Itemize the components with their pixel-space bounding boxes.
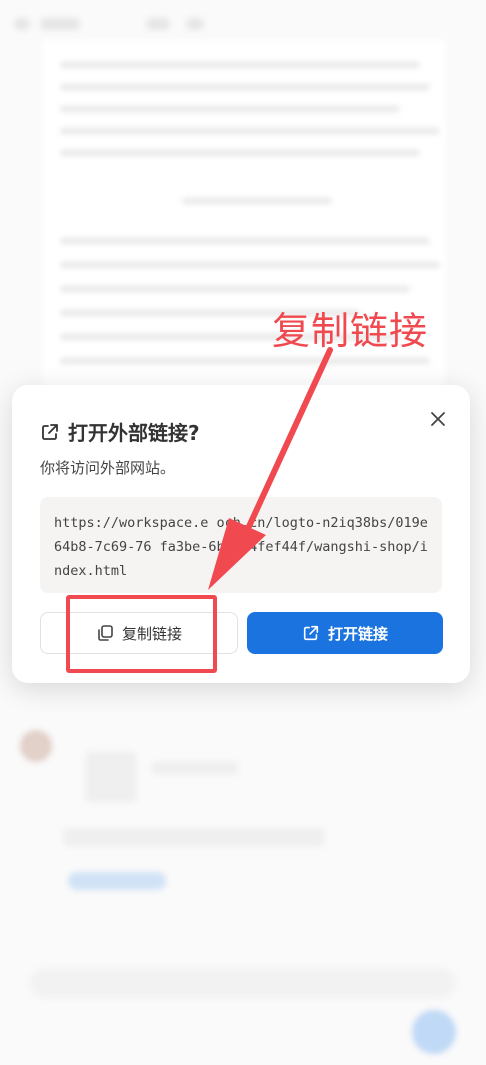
dialog-description: 你将访问外部网站。 [40,459,176,477]
dialog-title: 打开外部链接? [68,421,200,445]
open-link-button[interactable]: 打开链接 [247,612,443,654]
external-link-icon [303,625,319,641]
close-icon [431,412,445,426]
annotation-label: 复制链接 [272,309,429,353]
external-link-icon [42,423,58,440]
url-text: https://workspace.e och.cn/logto-n2iq38b… [54,515,428,579]
open-link-label: 打开链接 [327,624,388,643]
close-button[interactable] [426,407,450,431]
dialog-header: 打开外部链接? [40,417,200,446]
annotation-highlight-box [66,595,217,673]
url-box: https://workspace.e och.cn/logto-n2iq38b… [40,497,442,593]
